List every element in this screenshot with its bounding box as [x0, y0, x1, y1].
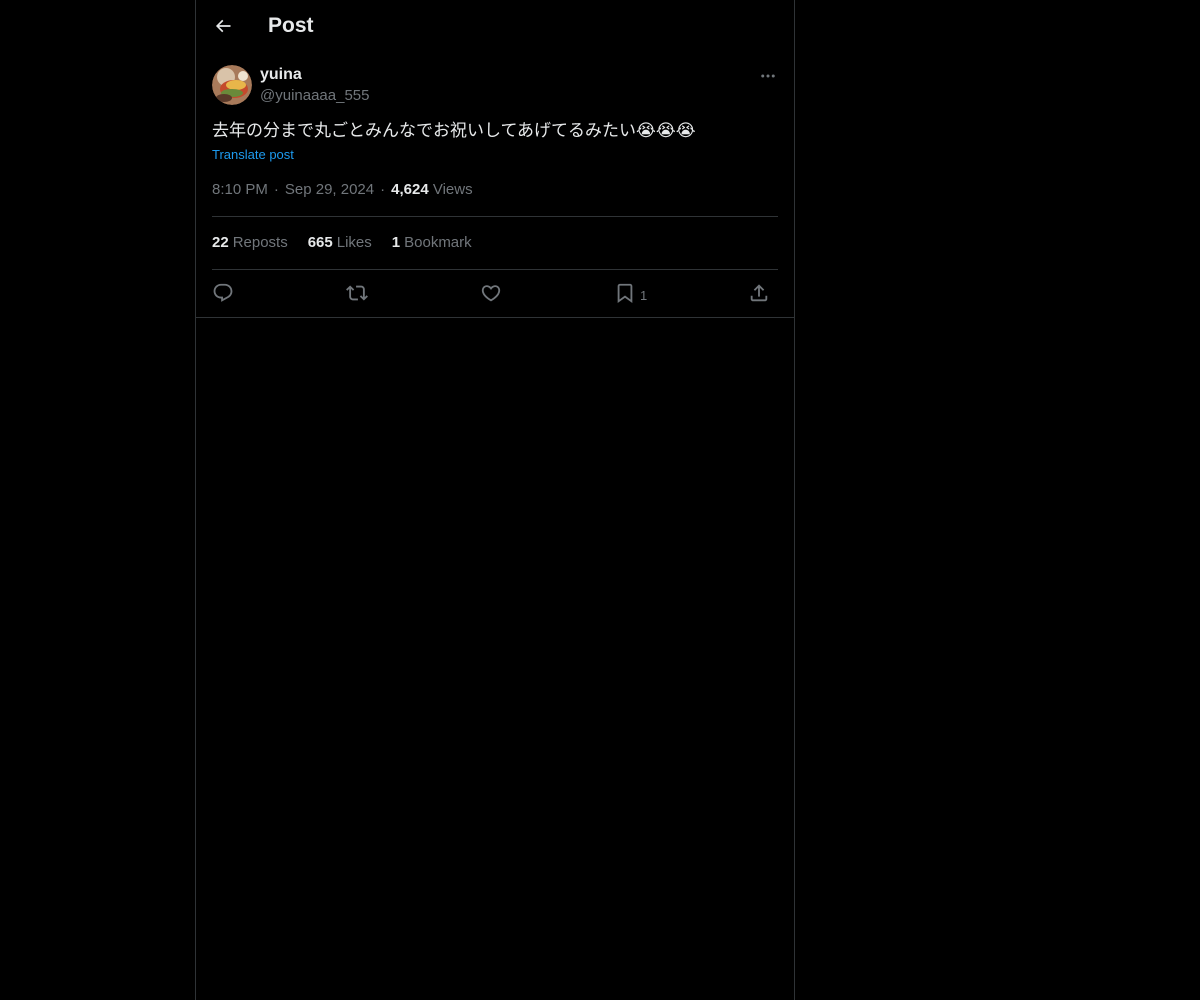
post-text: 去年の分まで丸ごとみんなでお祝いしてあげてるみたい😭😭😭 — [212, 119, 696, 143]
likes-label: Likes — [336, 234, 372, 251]
post-text-body: 去年の分まで丸ごとみんなでお祝いしてあげてるみたい — [212, 121, 636, 140]
divider — [212, 269, 778, 270]
separator: · — [273, 181, 279, 198]
author-name[interactable]: yuina — [260, 66, 302, 84]
views-count: 4,624 — [391, 181, 429, 198]
more-options-button[interactable] — [756, 64, 780, 88]
more-icon — [761, 74, 775, 78]
reposts-stat[interactable]: 22 Reposts — [212, 234, 288, 251]
reposts-count: 22 — [212, 234, 229, 251]
post-time[interactable]: 8:10 PM — [212, 181, 268, 198]
post-stats: 22 Reposts 665 Likes 1 Bookmark — [212, 234, 472, 251]
post-emojis: 😭😭😭 — [635, 121, 696, 141]
author-handle[interactable]: @yuinaaaa_555 — [260, 87, 369, 104]
reply-button[interactable] — [212, 280, 234, 306]
repost-icon — [346, 285, 368, 301]
post-actions: 1 — [212, 280, 778, 306]
avatar[interactable] — [212, 65, 252, 105]
post-bottom-border — [196, 317, 794, 318]
page-header: Post — [196, 0, 794, 54]
separator: · — [380, 181, 386, 198]
share-icon — [750, 284, 768, 302]
likes-count: 665 — [307, 234, 333, 251]
bookmark-count: 1 — [640, 287, 648, 303]
bookmark-button[interactable]: 1 — [614, 280, 647, 306]
bookmarks-count: 1 — [391, 234, 401, 251]
likes-stat[interactable]: 665 Likes — [308, 234, 372, 251]
main-column: Post yuina @yuinaaaa_555 去年の分まで丸ごとみんなでお祝… — [195, 0, 795, 1000]
divider — [212, 216, 778, 217]
bookmark-icon — [617, 283, 633, 304]
reposts-label: Reposts — [232, 234, 288, 251]
back-button[interactable] — [208, 11, 238, 41]
bookmarks-stat[interactable]: 1 Bookmark — [392, 234, 472, 251]
reply-icon — [213, 283, 233, 302]
translate-post-link[interactable]: Translate post — [212, 147, 294, 162]
like-button[interactable] — [480, 280, 502, 306]
page-title: Post — [268, 14, 314, 37]
bookmarks-label: Bookmark — [404, 234, 472, 251]
post-date[interactable]: Sep 29, 2024 — [285, 181, 374, 198]
views-label: Views — [432, 181, 473, 198]
arrow-left-icon — [215, 19, 231, 33]
post-meta: 8:10 PM · Sep 29, 2024 · 4,624 Views — [212, 181, 473, 198]
heart-icon — [481, 285, 501, 302]
share-button[interactable] — [748, 280, 770, 306]
avatar-image — [212, 65, 252, 105]
repost-button[interactable] — [346, 280, 368, 306]
